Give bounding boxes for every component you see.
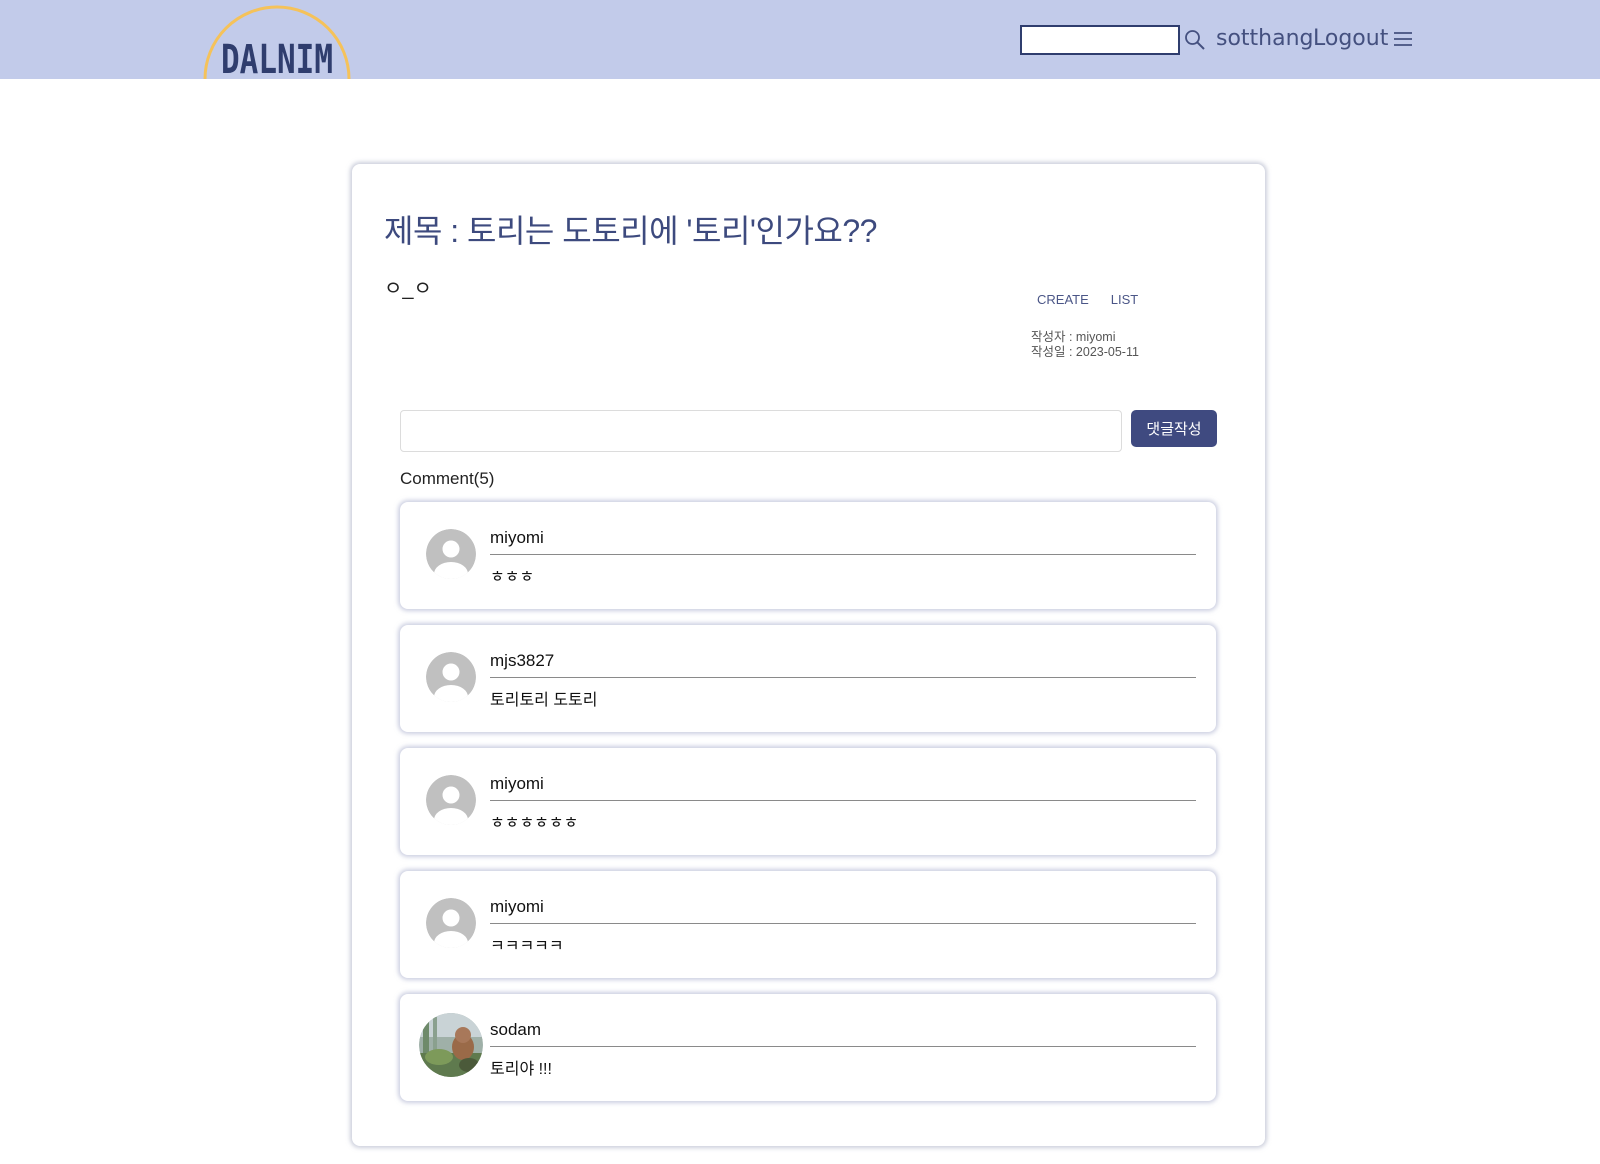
list-link[interactable]: LIST bbox=[1111, 292, 1138, 307]
menu-icon[interactable] bbox=[1393, 30, 1413, 48]
comment-item: miyomi ㅋㅋㅋㅋㅋ bbox=[400, 871, 1216, 978]
default-avatar-icon bbox=[426, 898, 476, 948]
search-bar bbox=[1020, 25, 1206, 55]
post-date: 작성일 : 2023-05-11 bbox=[1031, 345, 1139, 359]
submit-comment-button[interactable]: 댓글작성 bbox=[1131, 410, 1217, 447]
comment-author: miyomi bbox=[490, 528, 544, 547]
default-avatar-icon bbox=[426, 775, 476, 825]
comment-author: sodam bbox=[490, 1020, 542, 1039]
post-title: 제목 : 토리는 도토리에 '토리'인가요?? bbox=[384, 213, 877, 249]
logo-text: DALNIM bbox=[221, 37, 333, 79]
post-actions: CREATE LIST bbox=[1037, 292, 1138, 307]
comment-text: 토리야 !!! bbox=[490, 1061, 552, 1078]
comment-divider bbox=[490, 923, 1196, 924]
comment-divider bbox=[490, 554, 1196, 555]
post-meta: 작성자 : miyomi 작성일 : 2023-05-11 bbox=[1031, 330, 1139, 360]
comment-author: miyomi bbox=[490, 897, 544, 916]
comment-author: miyomi bbox=[490, 774, 544, 793]
comment-divider bbox=[490, 1046, 1196, 1047]
logout-link[interactable]: Logout bbox=[1313, 26, 1388, 51]
comment-count: Comment(5) bbox=[400, 469, 495, 488]
comment-item: miyomi ㅎㅎㅎㅎㅎㅎ bbox=[400, 748, 1216, 855]
comment-divider bbox=[490, 800, 1196, 801]
comment-text: 토리토리 도토리 bbox=[490, 692, 598, 709]
dalnim-logo[interactable]: DALNIM bbox=[202, 0, 352, 79]
comment-divider bbox=[490, 677, 1196, 678]
comment-text: ㅋㅋㅋㅋㅋ bbox=[490, 938, 564, 955]
top-header: DALNIM sotthang Logout bbox=[0, 0, 1600, 79]
comment-item: mjs3827 토리토리 도토리 bbox=[400, 625, 1216, 732]
default-avatar-icon bbox=[426, 529, 476, 579]
photo-avatar-icon bbox=[419, 1013, 483, 1077]
create-link[interactable]: CREATE bbox=[1037, 292, 1089, 307]
comment-text: ㅎㅎㅎ bbox=[490, 569, 535, 586]
comment-item: sodam 토리야 !!! bbox=[400, 994, 1216, 1101]
search-input[interactable] bbox=[1020, 25, 1180, 55]
post-body: ㅇ_ㅇ bbox=[384, 278, 432, 300]
comment-input[interactable] bbox=[400, 410, 1122, 452]
default-avatar-icon bbox=[426, 652, 476, 702]
comment-item: miyomi ㅎㅎㅎ bbox=[400, 502, 1216, 609]
username-label: sotthang bbox=[1216, 26, 1314, 51]
search-icon[interactable] bbox=[1184, 29, 1206, 51]
post-author: 작성자 : miyomi bbox=[1031, 330, 1116, 344]
comment-author: mjs3827 bbox=[490, 651, 555, 670]
comment-text: ㅎㅎㅎㅎㅎㅎ bbox=[490, 815, 579, 832]
post-card: 제목 : 토리는 도토리에 '토리'인가요?? ㅇ_ㅇ CREATE LIST … bbox=[352, 164, 1265, 1146]
